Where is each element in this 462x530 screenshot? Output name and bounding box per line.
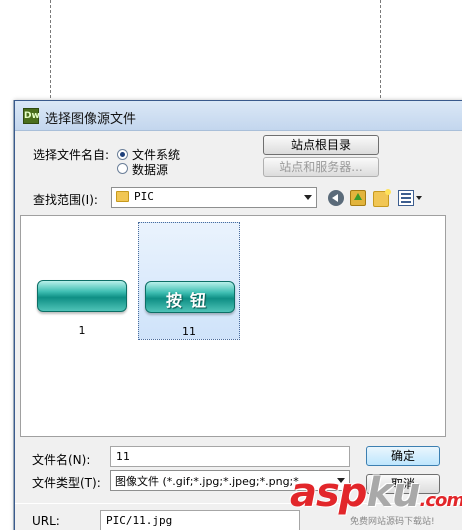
file-list-pane[interactable]: 1 按钮 11 bbox=[20, 215, 446, 437]
url-input[interactable]: PIC/11.jpg bbox=[100, 510, 300, 530]
look-in-value: PIC bbox=[134, 190, 154, 203]
up-folder-icon[interactable] bbox=[350, 190, 366, 206]
sites-and-servers-button[interactable]: 站点和服务器... bbox=[263, 157, 379, 177]
file-name-label-11: 11 bbox=[182, 325, 196, 338]
dreamweaver-app-icon: Dw bbox=[23, 108, 40, 124]
views-menu-icon[interactable] bbox=[398, 190, 414, 206]
radio-file-system[interactable] bbox=[117, 149, 128, 160]
watermark-brand-k: ku bbox=[366, 470, 420, 516]
folder-icon bbox=[116, 191, 129, 202]
chevron-down-icon bbox=[304, 195, 312, 200]
file-type-label: 文件类型(T): bbox=[32, 476, 101, 490]
file-name-label-1: 1 bbox=[78, 324, 86, 337]
watermark-brand-tail: .com bbox=[419, 490, 462, 511]
file-thumbnail-11: 按钮 bbox=[145, 281, 235, 313]
radio-data-source[interactable] bbox=[117, 163, 128, 174]
watermark-tagline: 免费网站源码下载站! bbox=[350, 517, 435, 527]
select-from-label: 选择文件名自: bbox=[33, 148, 110, 162]
title-bar[interactable]: Dw 选择图像源文件 bbox=[15, 101, 462, 131]
file-item-1[interactable]: 1 bbox=[31, 222, 133, 340]
ok-button[interactable]: 确定 bbox=[366, 446, 440, 466]
file-type-value: 图像文件 (*.gif;*.jpg;*.jpeg;*.png;* bbox=[115, 475, 299, 488]
dialog-title: 选择图像源文件 bbox=[45, 112, 137, 127]
file-name-label: 文件名(N): bbox=[32, 453, 91, 467]
file-name-input[interactable]: 11 bbox=[110, 446, 350, 467]
back-icon[interactable] bbox=[328, 190, 344, 206]
watermark-brand-main: asp bbox=[290, 470, 367, 516]
views-dropdown-arrow-icon[interactable] bbox=[416, 196, 422, 200]
look-in-label: 查找范围(I): bbox=[33, 193, 98, 207]
site-root-button[interactable]: 站点根目录 bbox=[263, 135, 379, 155]
watermark-logo: aspku.com 免费网站源码下载站! bbox=[290, 470, 462, 530]
new-folder-icon[interactable] bbox=[373, 189, 391, 207]
file-thumbnail-1 bbox=[37, 280, 127, 312]
url-label: URL: bbox=[32, 514, 60, 528]
radio-data-source-label[interactable]: 数据源 bbox=[132, 161, 168, 178]
file-item-11[interactable]: 按钮 11 bbox=[138, 222, 240, 340]
thumbnail-button-text: 按钮 bbox=[165, 291, 214, 310]
guide-line-right bbox=[380, 0, 381, 108]
guide-line-left bbox=[50, 0, 51, 108]
look-in-dropdown[interactable]: PIC bbox=[111, 187, 317, 208]
